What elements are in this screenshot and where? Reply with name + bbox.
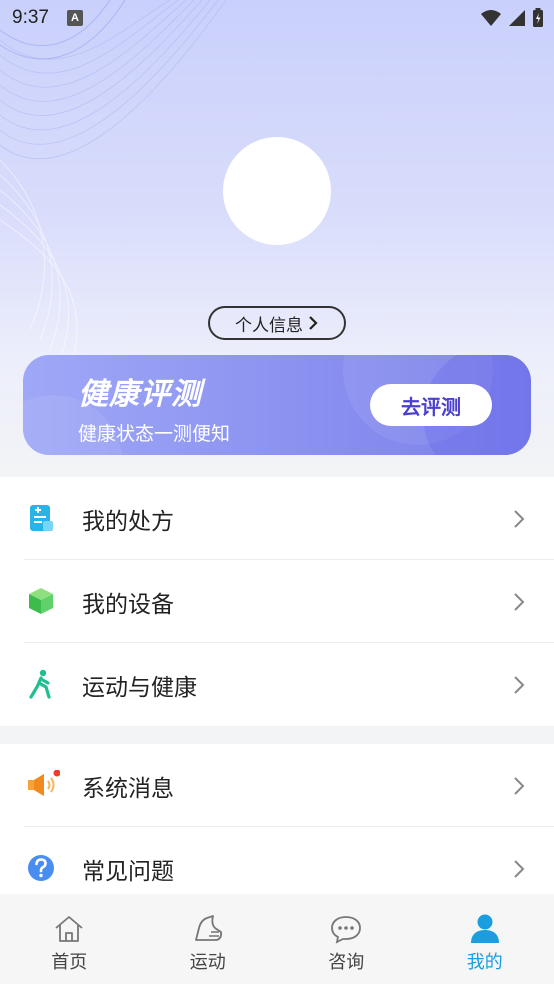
tab-home[interactable]: 首页 — [0, 894, 139, 984]
tab-mine[interactable]: 我的 — [416, 894, 554, 984]
home-icon — [55, 916, 83, 942]
device-cube-icon — [29, 588, 53, 614]
personal-info-label: 个人信息 — [235, 315, 303, 336]
user-icon — [470, 914, 499, 943]
wifi-icon — [481, 10, 501, 26]
assessment-title: 健康评测 — [78, 377, 202, 412]
running-person-icon — [29, 669, 51, 699]
tab-label: 我的 — [466, 952, 503, 973]
menu-group-secondary: 系统消息 常见问题 — [0, 744, 554, 910]
menu-item-label: 系统消息 — [82, 775, 174, 802]
chevron-right-icon — [309, 316, 318, 330]
menu-item-label: 常见问题 — [82, 858, 174, 885]
assessment-subtitle: 健康状态一测便知 — [78, 423, 231, 445]
tab-consult[interactable]: 咨询 — [277, 894, 416, 984]
question-icon — [28, 855, 54, 881]
menu-item-label: 运动与健康 — [82, 674, 197, 701]
tab-label: 咨询 — [328, 952, 365, 973]
menu-item-prescription[interactable]: 我的处方 — [0, 477, 554, 560]
tab-sport[interactable]: 运动 — [139, 894, 278, 984]
chevron-right-icon — [514, 510, 525, 528]
signal-icon — [509, 10, 525, 26]
battery-charging-icon — [533, 8, 543, 27]
chevron-right-icon — [514, 777, 525, 795]
status-bar: 9:37 A — [0, 0, 554, 36]
tab-label: 运动 — [189, 952, 226, 973]
prescription-icon — [30, 505, 53, 531]
menu-item-label: 我的处方 — [82, 508, 174, 535]
menu-group-primary: 我的处方 我的设备 运动与健康 — [0, 477, 554, 726]
start-assessment-button[interactable]: 去评测 — [370, 384, 492, 426]
status-time: 9:37 — [12, 7, 49, 28]
menu-item-devices[interactable]: 我的设备 — [0, 560, 554, 643]
menu-item-exercise-health[interactable]: 运动与健康 — [0, 643, 554, 726]
menu-item-label: 我的设备 — [82, 591, 174, 618]
megaphone-icon — [28, 770, 60, 796]
sport-shoe-icon — [194, 915, 222, 941]
bottom-tab-bar: 首页 运动 咨询 我的 — [0, 894, 554, 984]
personal-info-button[interactable]: 个人信息 — [208, 306, 346, 340]
health-assessment-card[interactable]: 健康评测 健康状态一测便知 去评测 — [23, 355, 531, 455]
keyboard-indicator-icon: A — [66, 10, 83, 26]
chevron-right-icon — [514, 676, 525, 694]
status-icons — [480, 8, 544, 28]
chat-icon — [331, 916, 362, 944]
avatar[interactable] — [223, 137, 331, 245]
tab-label: 首页 — [51, 952, 88, 973]
chevron-right-icon — [514, 593, 525, 611]
menu-item-system-messages[interactable]: 系统消息 — [0, 744, 554, 827]
chevron-right-icon — [514, 860, 525, 878]
